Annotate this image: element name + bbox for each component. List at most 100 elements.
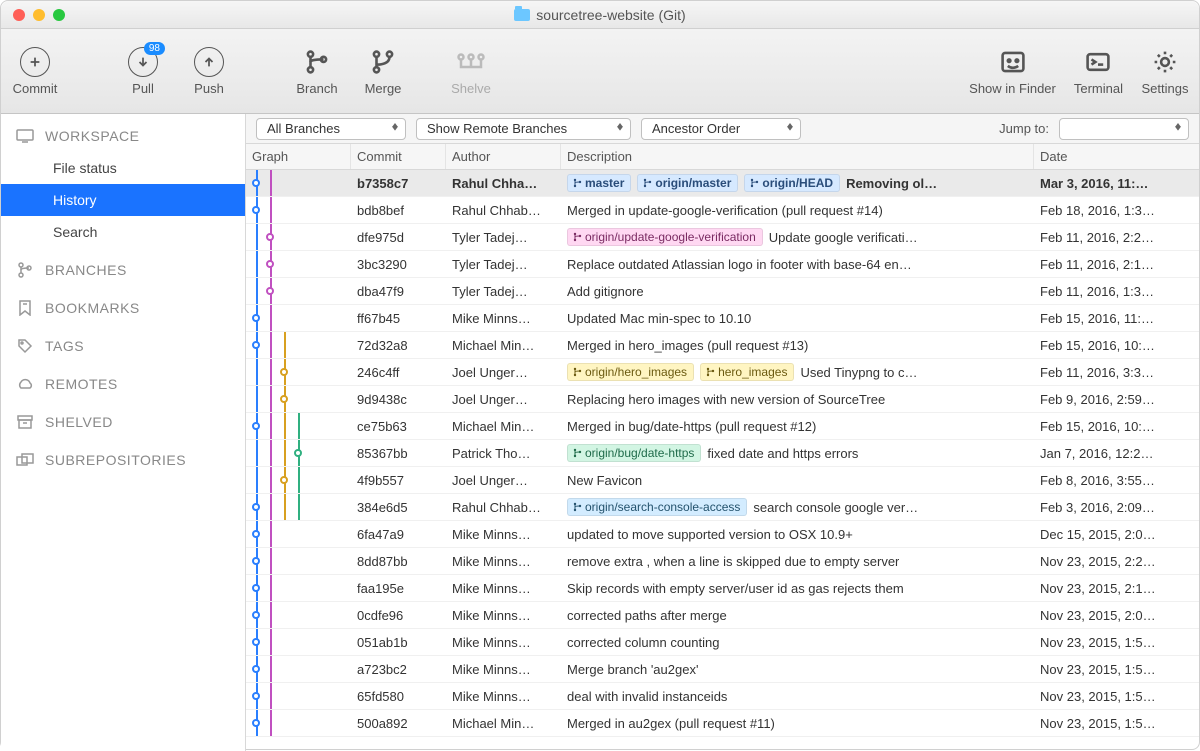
branch-tag[interactable]: hero_images — [700, 363, 794, 381]
branch-tag[interactable]: origin/update-google-verification — [567, 228, 763, 246]
branch-icon — [300, 47, 334, 77]
commit-author: Rahul Chha… — [446, 176, 561, 191]
commit-message: Update google verificati… — [769, 230, 918, 245]
commit-author: Michael Min… — [446, 338, 561, 353]
commit-author: Mike Minns… — [446, 608, 561, 623]
branch-tag[interactable]: origin/hero_images — [567, 363, 694, 381]
commit-row[interactable]: faa195eMike Minns…Skip records with empt… — [246, 575, 1199, 602]
pull-button[interactable]: 98 Pull — [119, 47, 167, 96]
commit-author: Rahul Chhab… — [446, 203, 561, 218]
col-header-commit[interactable]: Commit — [351, 144, 446, 169]
sidebar-item-history[interactable]: History — [1, 184, 245, 216]
commit-row[interactable]: a723bc2Mike Minns…Merge branch 'au2gex'N… — [246, 656, 1199, 683]
graph-cell — [246, 386, 351, 412]
show-in-finder-button[interactable]: Show in Finder — [969, 47, 1056, 96]
commit-row[interactable]: 9d9438cJoel Unger…Replacing hero images … — [246, 386, 1199, 413]
commit-icon — [20, 47, 50, 77]
commit-description: Merged in au2gex (pull request #11) — [561, 716, 1034, 731]
commit-date: Feb 11, 2016, 1:3… — [1034, 284, 1199, 299]
sidebar-item-file-status[interactable]: File status — [1, 152, 245, 184]
branch-tag[interactable]: origin/master — [637, 174, 738, 192]
merge-button[interactable]: Merge — [359, 47, 407, 96]
commit-description: Merged in update-google-verification (pu… — [561, 203, 1034, 218]
jump-to-dropdown[interactable] — [1059, 118, 1189, 140]
commit-row[interactable]: b7358c7Rahul Chha… master origin/master ori… — [246, 170, 1199, 197]
graph-cell — [246, 332, 351, 358]
commit-message: Merged in au2gex (pull request #11) — [567, 716, 775, 731]
commit-row[interactable]: 0cdfe96Mike Minns…corrected paths after … — [246, 602, 1199, 629]
commit-row[interactable]: 051ab1bMike Minns… corrected column coun… — [246, 629, 1199, 656]
branch-button[interactable]: Branch — [293, 47, 341, 96]
commit-description: Merged in hero_images (pull request #13) — [561, 338, 1034, 353]
commit-hash: 051ab1b — [351, 635, 446, 650]
graph-cell — [246, 467, 351, 493]
commit-date: Feb 15, 2016, 10:… — [1034, 419, 1199, 434]
order-dropdown[interactable]: Ancestor Order — [641, 118, 801, 140]
sidebar-section-branches[interactable]: BRANCHES — [1, 248, 245, 286]
sidebar-section-subrepos[interactable]: SUBREPOSITORIES — [1, 438, 245, 476]
sidebar-section-tags[interactable]: TAGS — [1, 324, 245, 362]
commit-button[interactable]: Commit — [11, 47, 59, 96]
commit-description: remove extra , when a line is skipped du… — [561, 554, 1034, 569]
commit-description: Replace outdated Atlassian logo in foote… — [561, 257, 1034, 272]
commit-label: Commit — [13, 81, 58, 96]
terminal-button[interactable]: Terminal — [1074, 47, 1123, 96]
col-header-graph[interactable]: Graph — [246, 144, 351, 169]
commit-hash: 246c4ff — [351, 365, 446, 380]
commit-author: Tyler Tadej… — [446, 257, 561, 272]
commit-description: New Favicon — [561, 473, 1034, 488]
sidebar-section-bookmarks[interactable]: BOOKMARKS — [1, 286, 245, 324]
sidebar-item-search[interactable]: Search — [1, 216, 245, 248]
remote-filter-dropdown[interactable]: Show Remote Branches — [416, 118, 631, 140]
commit-row[interactable]: 384e6d5Rahul Chhab…origin/search-console… — [246, 494, 1199, 521]
graph-cell — [246, 170, 351, 196]
commit-row[interactable]: 85367bbPatrick Tho…origin/bug/date-https… — [246, 440, 1199, 467]
commit-message: Updated Mac min-spec to 10.10 — [567, 311, 751, 326]
commit-hash: ce75b63 — [351, 419, 446, 434]
sidebar-section-remotes[interactable]: REMOTES — [1, 362, 245, 400]
graph-cell — [246, 197, 351, 223]
zoom-window-button[interactable] — [53, 9, 65, 21]
commit-row[interactable]: 72d32a8Michael Min…Merged in hero_images… — [246, 332, 1199, 359]
shelve-button[interactable]: Shelve — [447, 47, 495, 96]
commit-message: Merged in hero_images (pull request #13) — [567, 338, 808, 353]
commit-row[interactable]: bdb8befRahul Chhab…Merged in update-goog… — [246, 197, 1199, 224]
commit-row[interactable]: 8dd87bbMike Minns…remove extra , when a … — [246, 548, 1199, 575]
commit-description: Add gitignore — [561, 284, 1034, 299]
col-header-description[interactable]: Description — [561, 144, 1034, 169]
commit-row[interactable]: 65fd580Mike Minns…deal with invalid inst… — [246, 683, 1199, 710]
commit-row[interactable]: 500a892Michael Min…Merged in au2gex (pul… — [246, 710, 1199, 737]
commit-message: Used Tinypng to c… — [800, 365, 917, 380]
commit-row[interactable]: ce75b63Michael Min… Merged in bug/date-ht… — [246, 413, 1199, 440]
commit-hash: 500a892 — [351, 716, 446, 731]
col-header-date[interactable]: Date — [1034, 144, 1199, 169]
branch-tag[interactable]: origin/search-console-access — [567, 498, 747, 516]
col-header-author[interactable]: Author — [446, 144, 561, 169]
commit-row[interactable]: dfe975dTyler Tadej…origin/update-google-… — [246, 224, 1199, 251]
minimize-window-button[interactable] — [33, 9, 45, 21]
content-area: All Branches Show Remote Branches Ancest… — [246, 114, 1199, 751]
commit-row[interactable]: ff67b45Mike Minns…Updated Mac min-spec t… — [246, 305, 1199, 332]
commit-author: Mike Minns… — [446, 662, 561, 677]
commit-row[interactable]: 4f9b557Joel Unger…New FaviconFeb 8, 2016… — [246, 467, 1199, 494]
commit-hash: b7358c7 — [351, 176, 446, 191]
commit-row[interactable]: 3bc3290Tyler Tadej…Replace outdated Atla… — [246, 251, 1199, 278]
branch-tag[interactable]: origin/bug/date-https — [567, 444, 701, 462]
sidebar-section-workspace[interactable]: WORKSPACE — [1, 114, 245, 152]
commit-row[interactable]: 6fa47a9Mike Minns…updated to move suppor… — [246, 521, 1199, 548]
commit-date: Feb 3, 2016, 2:09… — [1034, 500, 1199, 515]
commit-row[interactable]: 246c4ffJoel Unger…origin/hero_imageshero… — [246, 359, 1199, 386]
commit-row[interactable]: dba47f9Tyler Tadej…Add gitignoreFeb 11, … — [246, 278, 1199, 305]
branch-tag[interactable]: master — [567, 174, 631, 192]
commit-message: Merged in bug/date-https (pull request #… — [567, 419, 816, 434]
push-button[interactable]: Push — [185, 47, 233, 96]
settings-button[interactable]: Settings — [1141, 47, 1189, 96]
close-window-button[interactable] — [13, 9, 25, 21]
branch-tag[interactable]: origin/HEAD — [744, 174, 840, 192]
commit-author: Joel Unger… — [446, 392, 561, 407]
graph-cell — [246, 251, 351, 277]
commit-author: Michael Min… — [446, 419, 561, 434]
branch-filter-dropdown[interactable]: All Branches — [256, 118, 406, 140]
sidebar-section-shelved[interactable]: SHELVED — [1, 400, 245, 438]
commit-list[interactable]: b7358c7Rahul Chha… master origin/master ori… — [246, 170, 1199, 751]
